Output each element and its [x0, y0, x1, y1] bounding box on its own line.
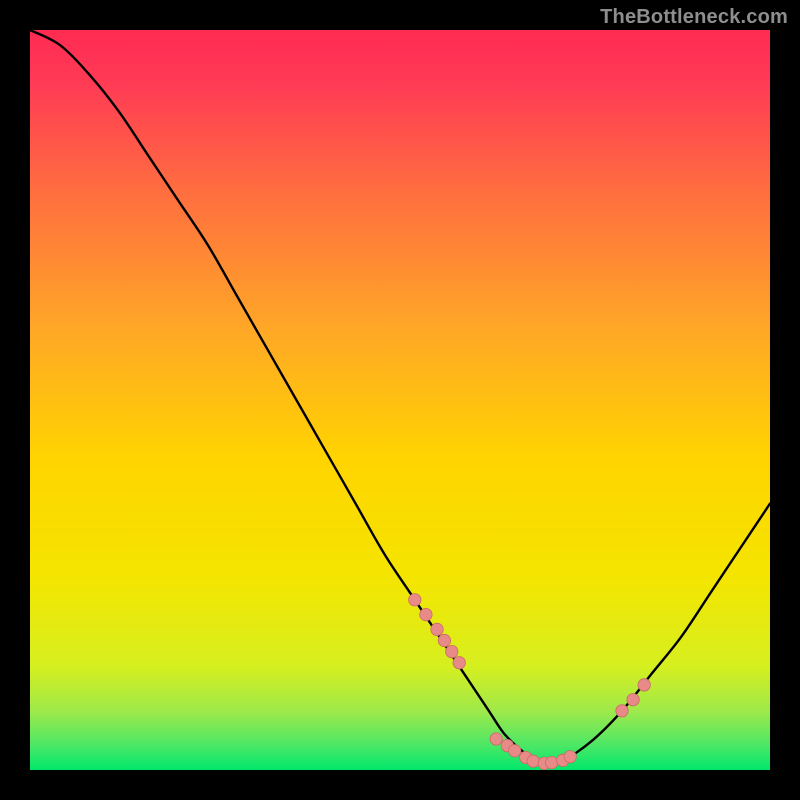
data-marker — [564, 750, 576, 762]
data-marker — [453, 657, 465, 669]
data-marker — [509, 745, 521, 757]
data-marker — [438, 634, 450, 646]
data-marker — [409, 594, 421, 606]
data-marker — [490, 733, 502, 745]
data-marker — [638, 679, 650, 691]
data-marker — [627, 694, 639, 706]
attribution-text: TheBottleneck.com — [600, 6, 788, 29]
bottleneck-plot — [30, 30, 770, 770]
data-marker — [527, 755, 539, 767]
data-marker — [446, 645, 458, 657]
data-marker — [616, 705, 628, 717]
data-marker — [431, 623, 443, 635]
chart-container: TheBottleneck.com — [0, 0, 800, 800]
data-marker — [420, 608, 432, 620]
data-marker — [546, 756, 558, 768]
plot-background — [30, 30, 770, 770]
